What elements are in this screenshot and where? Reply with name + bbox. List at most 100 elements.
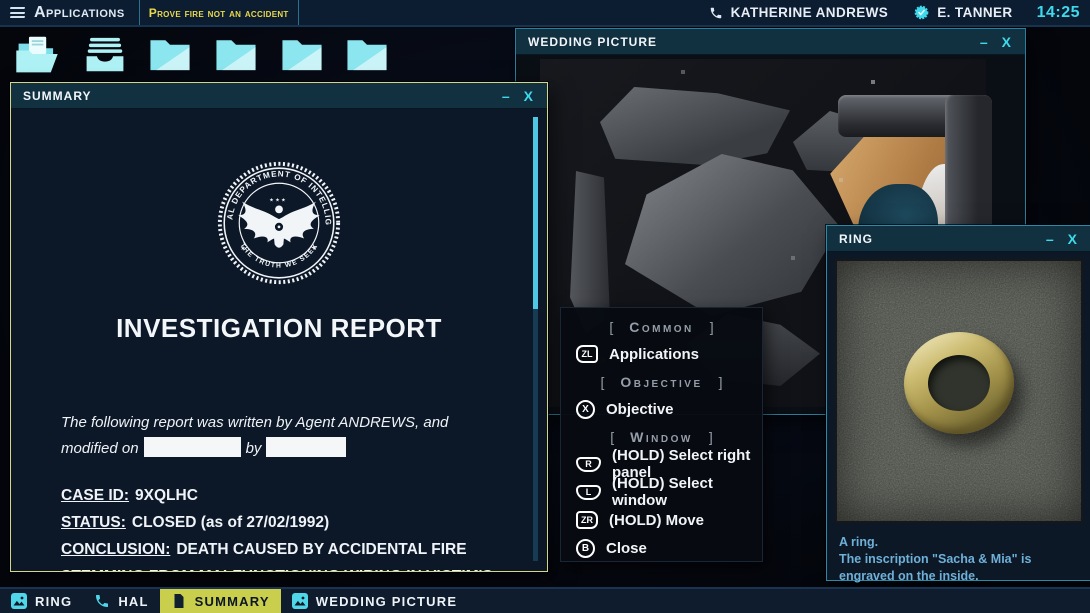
bracket: [ <box>600 374 604 390</box>
folder-icon <box>213 33 259 75</box>
top-bar: Applications Prove fire not an accident … <box>0 0 1090 25</box>
field-label: CASE ID: <box>61 487 129 504</box>
scrollbar-track[interactable] <box>533 117 538 561</box>
menu-item-close[interactable]: B Close <box>561 534 762 562</box>
field-case-id: CASE ID: 9XQLHC <box>61 482 507 509</box>
zl-button-icon: ZL <box>576 345 598 363</box>
ash-specks <box>540 59 542 61</box>
open-folder-icon <box>14 33 60 75</box>
folder-icon <box>279 33 325 75</box>
field-status: STATUS:CLOSED (as of 27/02/1992) <box>61 509 507 536</box>
menu-item-select-right-panel[interactable]: R (HOLD) Select right panel <box>561 450 762 478</box>
taskbar-label: WEDDING PICTURE <box>316 594 458 609</box>
contact-name: KATHERINE ANDREWS <box>731 5 889 20</box>
close-button[interactable]: X <box>524 83 533 109</box>
redacted-name-field[interactable] <box>266 437 346 457</box>
scrollbar-thumb[interactable] <box>533 117 538 309</box>
contact-e-tanner[interactable]: E. TANNER <box>914 5 1012 20</box>
minimize-button[interactable]: – <box>1046 226 1054 252</box>
desktop-icon-folder-1[interactable] <box>147 33 193 75</box>
field-label: CONCLUSION: <box>61 541 170 558</box>
desktop-icon-open-folder[interactable] <box>14 33 60 75</box>
folder-icon <box>147 33 193 75</box>
taskbar-item-wedding-picture[interactable]: WEDDING PICTURE <box>281 589 469 613</box>
taskbar: RING HAL SUMMARY WEDDING PICTURE <box>0 587 1090 613</box>
menu-section-objective: [ Objective ] <box>561 368 762 395</box>
bracket: [ <box>609 319 613 335</box>
window-title: WEDDING PICTURE <box>528 35 657 49</box>
document-icon <box>171 593 187 609</box>
menu-item-objective[interactable]: X Objective <box>561 395 762 423</box>
window-ring: RING – X A ring. The inscription "Sacha … <box>826 225 1090 581</box>
photo-vignette <box>837 261 1081 521</box>
bracket: ] <box>719 374 723 390</box>
taskbar-label: RING <box>35 594 72 609</box>
report-heading: INVESTIGATION REPORT <box>11 313 547 344</box>
menu-section-common: [ Common ] <box>561 313 762 340</box>
x-button-icon: X <box>576 400 595 419</box>
intro-line1: The following report was written by Agen… <box>61 414 448 431</box>
menu-item-move[interactable]: ZR (HOLD) Move <box>561 506 762 534</box>
taskbar-item-ring[interactable]: RING <box>0 589 83 613</box>
seal-star: ★ <box>312 245 317 252</box>
summary-content: FEDERAL DEPARTMENT OF INTELLIGENCE THE T… <box>11 109 547 571</box>
redacted-date-field[interactable] <box>144 437 241 457</box>
minimize-button[interactable]: – <box>502 83 510 109</box>
controls-context-menu: [ Common ] ZL Applications [ Objective ]… <box>560 307 763 562</box>
caption-line2: The inscription "Sacha & Mia" is engrave… <box>839 551 1081 585</box>
contact-katherine-andrews[interactable]: KATHERINE ANDREWS <box>709 5 889 20</box>
report-intro: The following report was written by Agen… <box>61 410 477 462</box>
report-fields: CASE ID: 9XQLHC STATUS:CLOSED (as of 27/0… <box>61 482 507 571</box>
federal-seal-icon: FEDERAL DEPARTMENT OF INTELLIGENCE THE T… <box>215 159 343 287</box>
inbox-tray-icon <box>82 33 128 75</box>
section-title: Window <box>630 429 693 445</box>
clock: 14:25 <box>1037 4 1080 22</box>
summary-titlebar[interactable]: SUMMARY – X <box>11 83 547 109</box>
desktop-icon-folder-3[interactable] <box>279 33 325 75</box>
applications-menu-button[interactable]: Applications <box>34 4 125 22</box>
window-title: SUMMARY <box>23 89 92 103</box>
field-value: CLOSED (as of 27/02/1992) <box>132 514 329 531</box>
menu-item-label: Close <box>606 540 647 557</box>
caption-line1: A ring. <box>839 534 1081 551</box>
menu-item-label: (HOLD) Move <box>609 512 704 529</box>
bracket: [ <box>610 429 614 445</box>
intro-modified-label: modified on <box>61 440 139 457</box>
section-title: Objective <box>620 374 702 390</box>
r-button-icon: R <box>576 457 601 472</box>
menu-item-select-window[interactable]: L (HOLD) Select window <box>561 478 762 506</box>
taskbar-item-hal[interactable]: HAL <box>83 589 159 613</box>
wedding-picture-titlebar[interactable]: WEDDING PICTURE – X <box>516 29 1025 55</box>
intro-by-label: by <box>246 440 262 457</box>
phone-icon <box>94 593 110 609</box>
desktop-icon-tray[interactable] <box>82 33 128 75</box>
folder-icon <box>344 33 390 75</box>
bracket: ] <box>709 429 713 445</box>
desktop-icon-folder-2[interactable] <box>213 33 259 75</box>
contact-name: E. TANNER <box>937 5 1012 20</box>
hamburger-menu-icon[interactable] <box>10 7 25 18</box>
close-button[interactable]: X <box>1002 29 1011 55</box>
badge-icon <box>914 5 929 20</box>
phone-icon <box>709 6 723 20</box>
ring-titlebar[interactable]: RING – X <box>827 226 1090 252</box>
bracket: ] <box>710 319 714 335</box>
ring-caption: A ring. The inscription "Sacha & Mia" is… <box>839 534 1081 585</box>
eagle-glyph: ★ ★ ★ <box>238 198 319 248</box>
menu-section-window: [ Window ] <box>561 423 762 450</box>
ring-photo <box>835 259 1083 523</box>
taskbar-label: HAL <box>118 594 148 609</box>
close-button[interactable]: X <box>1068 226 1077 252</box>
taskbar-label: SUMMARY <box>195 594 270 609</box>
minimize-button[interactable]: – <box>980 29 988 55</box>
section-title: Common <box>629 319 694 335</box>
char-fragment <box>625 154 840 316</box>
current-objective-label: Prove fire not an accident <box>140 6 298 20</box>
game-desktop: Applications Prove fire not an accident … <box>0 0 1090 613</box>
taskbar-item-summary[interactable]: SUMMARY <box>160 589 281 613</box>
menu-item-label: (HOLD) Select window <box>612 475 762 509</box>
field-conclusion: CONCLUSION:DEATH CAUSED BY ACCIDENTAL FI… <box>61 536 507 571</box>
field-value: 9XQLHC <box>135 487 198 504</box>
menu-item-applications[interactable]: ZL Applications <box>561 340 762 368</box>
desktop-icon-folder-4[interactable] <box>344 33 390 75</box>
